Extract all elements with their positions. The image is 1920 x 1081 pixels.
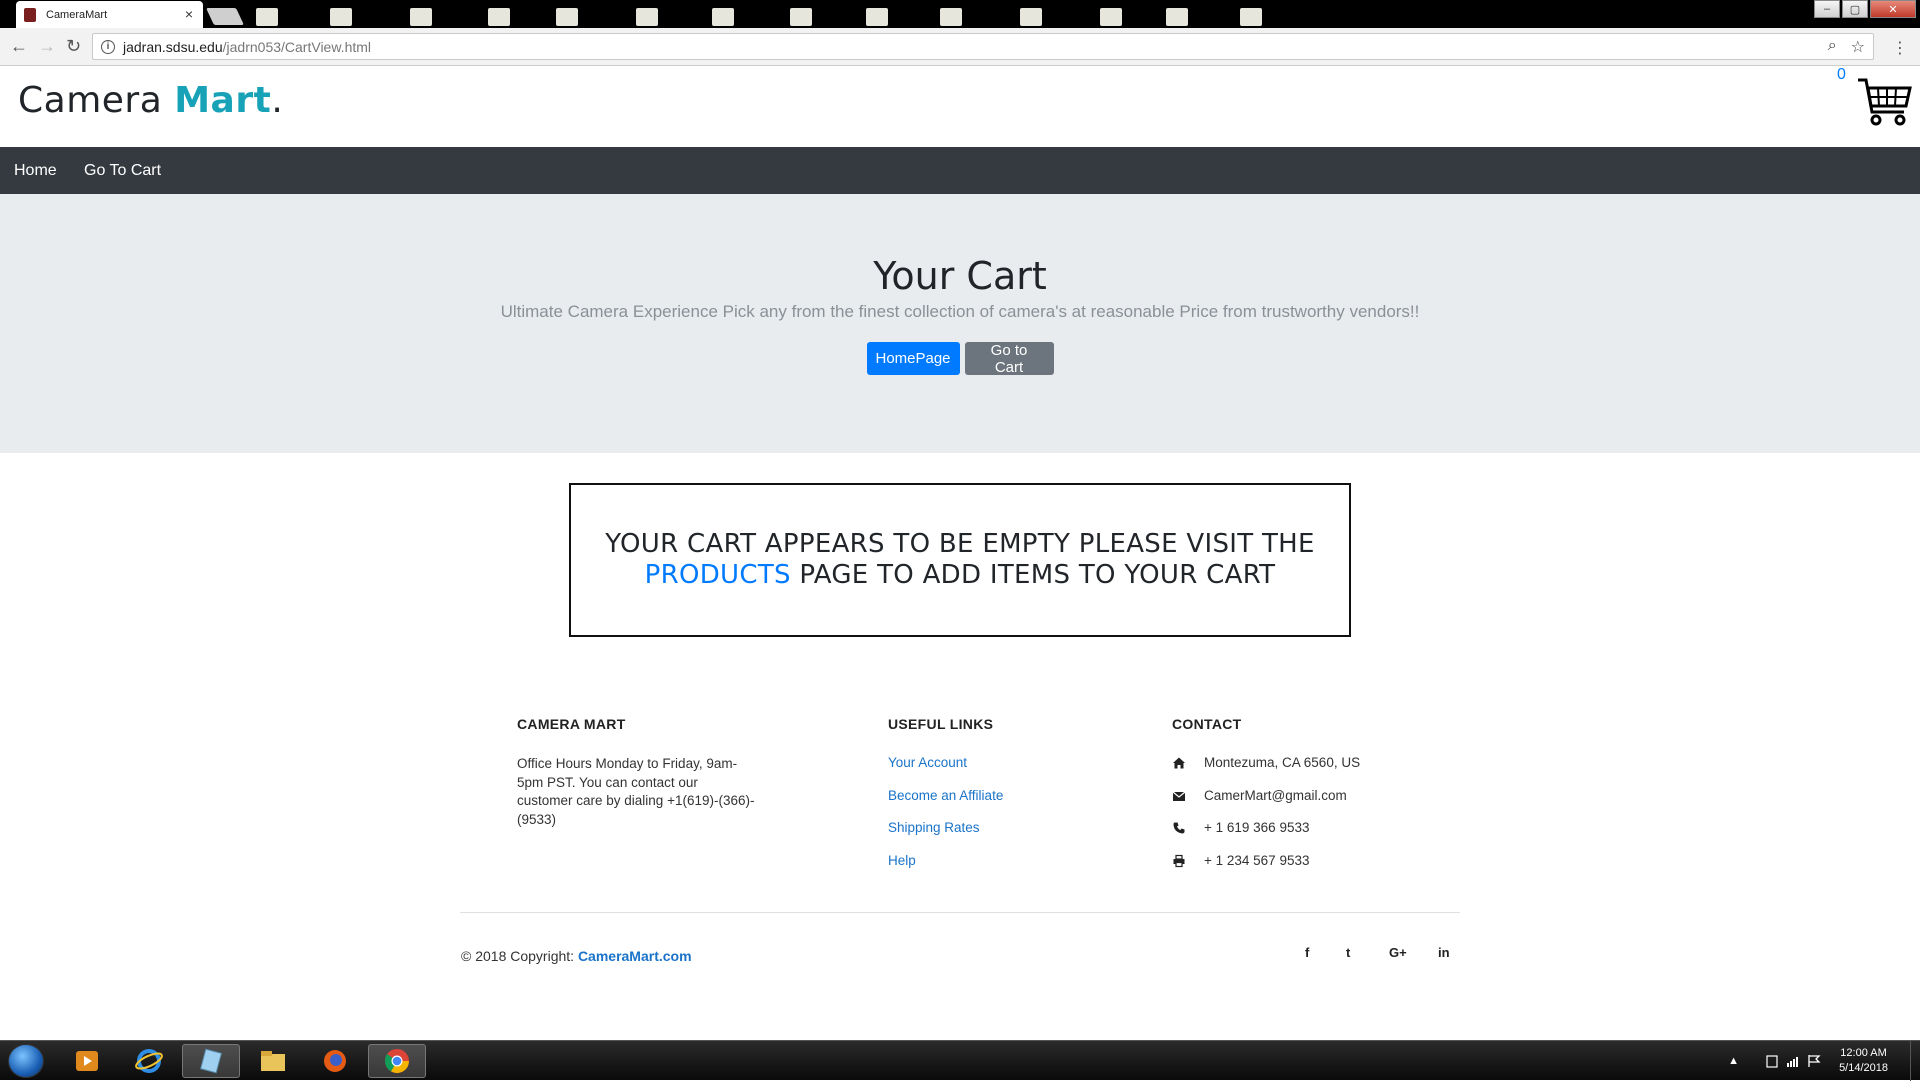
tab-title: CameraMart [46,8,108,21]
browser-tab-strip: CameraMart × – ▢ ✕ [0,0,1920,28]
contact-email: CamerMart@gmail.com [1172,788,1347,803]
footer-link-shipping-rates[interactable]: Shipping Rates [888,820,980,835]
envelope-icon [1172,791,1186,801]
brand-accent: Mart [174,80,272,121]
taskbar-thumb-icon [866,8,888,26]
clock-time: 12:00 AM [1840,1047,1887,1059]
footer-heading-contact: CONTACT [1172,716,1242,732]
taskbar-thumb-icon [790,8,812,26]
cart-count-badge: 0 [1837,66,1846,83]
contact-fax-text: + 1 234 567 9533 [1204,853,1310,868]
reload-button[interactable]: ↻ [66,36,81,57]
linkedin-icon[interactable]: in [1438,945,1450,960]
tray-status-icons[interactable] [1765,1053,1825,1069]
url-host: jadran.sdsu.edu [123,38,223,55]
show-desktop-button[interactable] [1910,1041,1920,1081]
contact-phone-text: + 1 619 366 9533 [1204,820,1310,835]
contact-fax: + 1 234 567 9533 [1172,853,1309,868]
footer-heading-useful-links: USEFUL LINKS [888,716,994,732]
notepad-icon[interactable] [182,1044,240,1078]
system-clock[interactable]: 12:00 AM 5/14/2018 [1839,1046,1888,1076]
taskbar-thumb-icon [712,8,734,26]
firefox-icon[interactable] [306,1044,364,1078]
brand-dot: . [271,80,284,121]
nav-home-link[interactable]: Home [14,162,57,180]
clock-date: 5/14/2018 [1839,1062,1888,1074]
url-path: /jadrn053/CartView.html [222,38,372,55]
products-link[interactable]: PRODUCTS [645,560,791,590]
browser-tab[interactable]: CameraMart × [16,1,203,28]
printer-icon [1173,854,1185,867]
tab-close-icon[interactable]: × [185,6,193,22]
shopping-cart-icon[interactable] [1856,74,1912,130]
contact-address-text: Montezuma, CA 6560, US [1204,755,1361,770]
taskbar-thumb-icon [256,8,278,26]
url-input[interactable]: i jadran.sdsu.edu /jadrn053/CartView.htm… [92,33,1874,60]
new-tab-button[interactable] [206,8,244,25]
chrome-icon[interactable] [368,1044,426,1078]
taskbar-thumb-icon [410,8,432,26]
phone-icon [1173,822,1185,833]
address-bar: ← → ↻ i jadran.sdsu.edu /jadrn053/CartVi… [0,28,1920,66]
main-navbar: Home Go To Cart [0,147,1920,194]
taskbar-thumb-icon [488,8,510,26]
close-window-button[interactable]: ✕ [1870,0,1916,18]
taskbar-thumb-icon [1240,8,1262,26]
empty-cart-message: YOUR CART APPEARS TO BE EMPTY PLEASE VIS… [605,529,1314,591]
start-button[interactable] [8,1044,44,1078]
taskbar-thumb-icon [636,8,658,26]
empty-cart-line1: YOUR CART APPEARS TO BE EMPTY PLEASE VIS… [605,529,1315,559]
browser-menu-icon[interactable]: ⋮ [1892,38,1908,58]
footer-link-your-account[interactable]: Your Account [888,755,967,770]
back-button[interactable]: ← [10,36,28,57]
empty-cart-line2: PAGE TO ADD ITEMS TO YOUR CART [790,560,1276,590]
window-controls: – ▢ ✕ [1814,0,1916,18]
windows-taskbar: ▲ 12:00 AM 5/14/2018 [0,1040,1920,1081]
bookmark-star-icon[interactable]: ☆ [1851,37,1865,57]
internet-explorer-icon[interactable] [120,1044,178,1078]
copyright-text: © 2018 Copyright: CameraMart.com [461,948,692,964]
file-explorer-icon[interactable] [244,1044,302,1078]
restore-button[interactable]: ▢ [1842,0,1868,18]
footer-link-help[interactable]: Help [888,853,916,868]
forward-button[interactable]: → [38,36,56,57]
home-icon [1173,757,1185,768]
hero-lead-text: Ultimate Camera Experience Pick any from… [500,302,1420,321]
go-to-cart-button[interactable]: Go to Cart [964,342,1054,376]
site-logo[interactable]: Camera Mart. [18,80,283,121]
taskbar-thumb-icon [330,8,352,26]
contact-address: Montezuma, CA 6560, US [1172,755,1360,770]
empty-cart-box: YOUR CART APPEARS TO BE EMPTY PLEASE VIS… [569,483,1351,637]
media-player-icon[interactable] [58,1044,116,1078]
contact-email-text: CamerMart@gmail.com [1204,788,1347,803]
twitter-icon[interactable]: t [1346,945,1350,960]
homepage-button[interactable]: HomePage [866,342,960,375]
zoom-icon[interactable]: ⌕ [1828,37,1837,57]
copyright-link[interactable]: CameraMart.com [578,948,692,964]
system-tray: ▲ 12:00 AM 5/14/2018 [1728,1041,1920,1081]
contact-phone: + 1 619 366 9533 [1172,820,1309,835]
info-icon[interactable]: i [101,39,115,54]
page-title: Your Cart [873,254,1047,298]
taskbar-thumb-icon [556,8,578,26]
taskbar-thumb-icon [1166,8,1188,26]
nav-go-to-cart-link[interactable]: Go To Cart [84,162,161,180]
minimize-button[interactable]: – [1814,0,1840,18]
footer-office-hours-text: Office Hours Monday to Friday, 9am-5pm P… [517,756,755,827]
footer-divider [460,912,1460,913]
footer-link-affiliate[interactable]: Become an Affiliate [888,788,1003,803]
footer-heading-camera-mart: CAMERA MART [517,716,626,732]
favicon-icon [24,7,36,22]
copyright-prefix: © 2018 Copyright: [461,948,578,964]
facebook-icon[interactable]: f [1305,945,1309,960]
tray-expand-icon[interactable]: ▲ [1728,1055,1747,1067]
taskbar-thumb-icon [940,8,962,26]
taskbar-thumb-icon [1100,8,1122,26]
hero-jumbotron: Your Cart Ultimate Camera Experience Pic… [0,194,1920,453]
google-plus-icon[interactable]: G+ [1389,945,1407,960]
brand-main: Camera [18,80,175,121]
taskbar-thumb-icon [1020,8,1042,26]
